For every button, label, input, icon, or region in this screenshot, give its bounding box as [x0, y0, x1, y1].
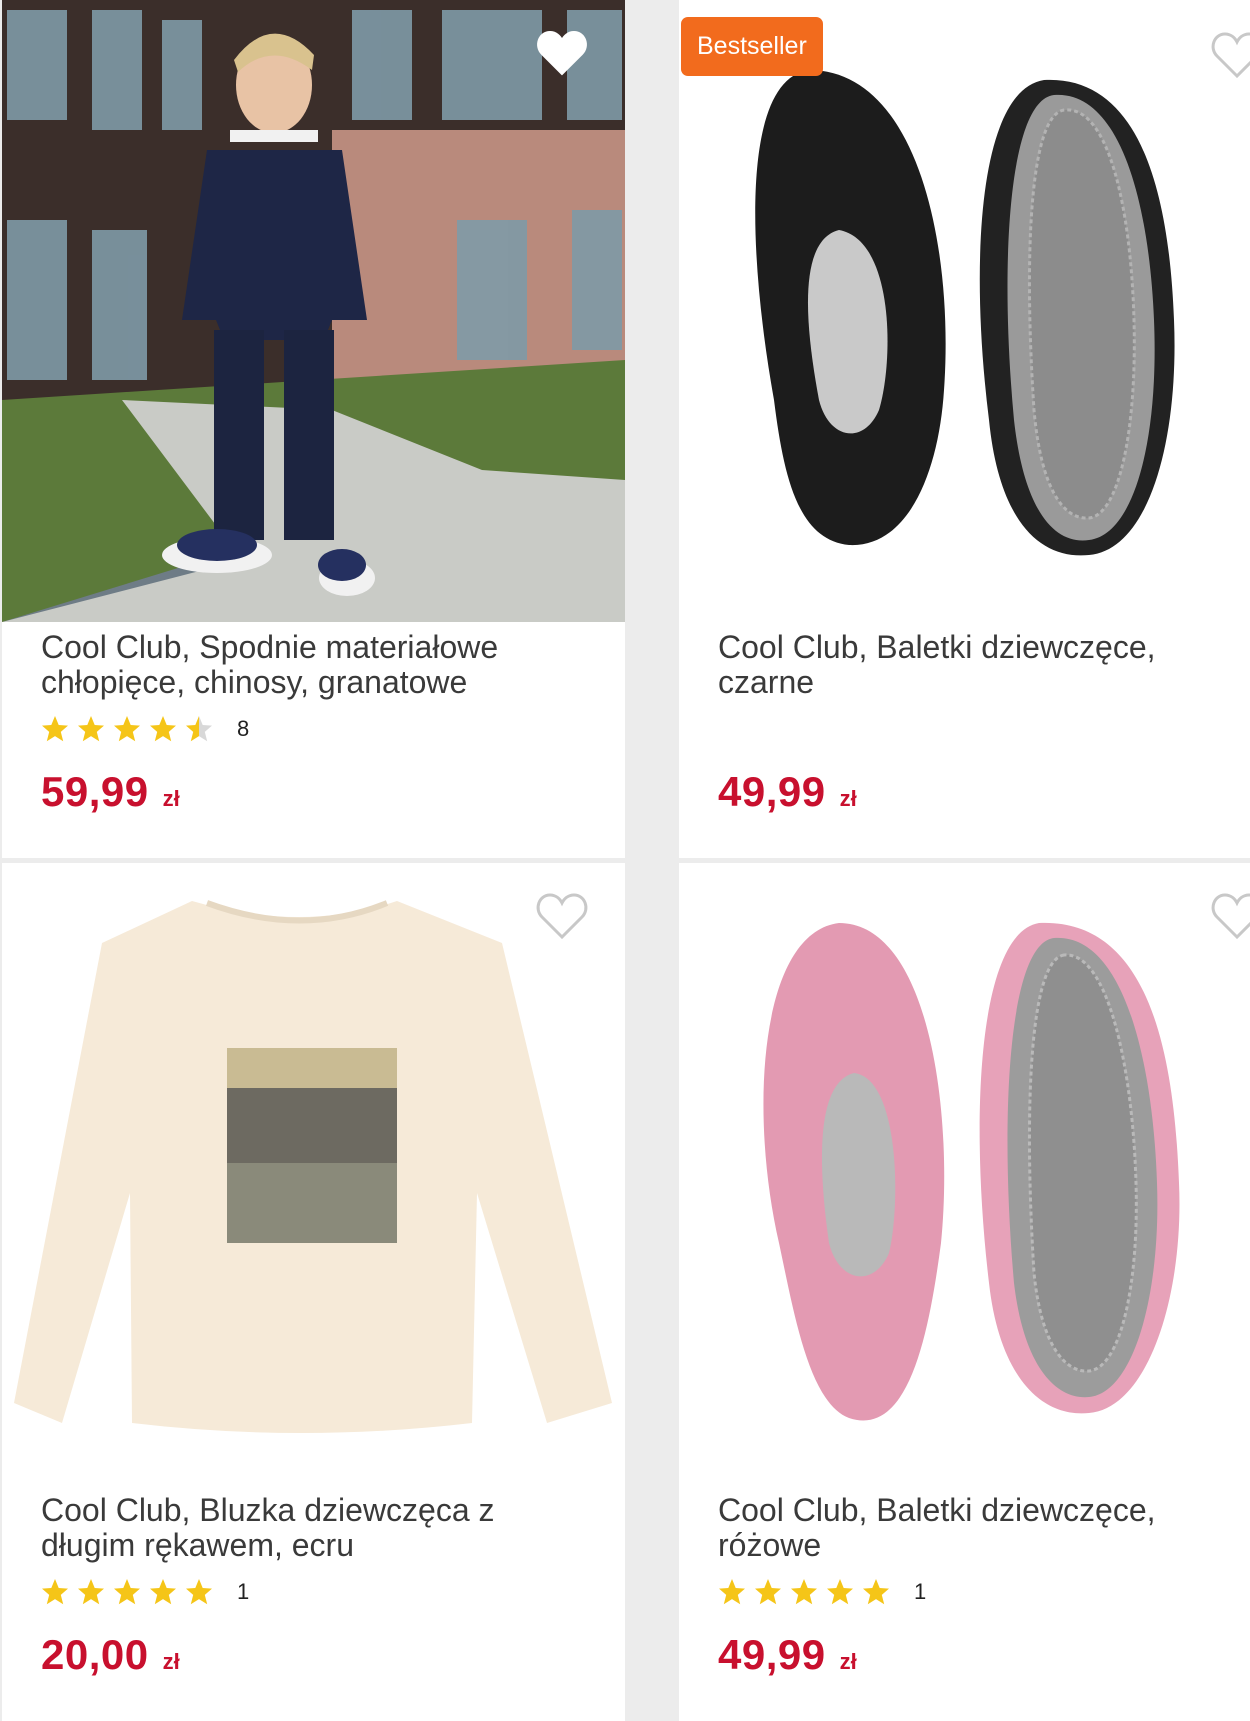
product-rating: 8: [41, 712, 249, 746]
star-icon: [114, 1579, 140, 1605]
favorite-heart-icon[interactable]: [535, 28, 589, 78]
product-card[interactable]: Cool Club, Baletki dziewczęce, różowe 1 …: [679, 863, 1250, 1721]
rating-stars: [41, 712, 227, 746]
product-title-line: Cool Club, Spodnie materiałowe: [41, 629, 499, 665]
price-currency: zł: [839, 786, 857, 811]
rating-stars: [41, 1575, 227, 1609]
bestseller-badge: Bestseller: [681, 17, 823, 76]
product-price: 59,99 zł: [41, 768, 180, 816]
star-icon: [42, 716, 68, 742]
product-title[interactable]: Cool Club, Baletki dziewczęce, różowe: [718, 1493, 1250, 1563]
rating-stars: [718, 1575, 904, 1609]
price-value: 59,99: [41, 768, 149, 815]
price-value: 49,99: [718, 768, 826, 815]
price-currency: zł: [162, 1649, 180, 1674]
product-title-line: Cool Club, Bluzka dziewczęca z: [41, 1492, 495, 1528]
rating-count: 1: [237, 1579, 250, 1604]
star-icon: [114, 716, 140, 742]
favorite-heart-icon[interactable]: [535, 891, 589, 941]
product-title-line: chłopięce, chinosy, granatowe: [41, 664, 468, 700]
star-icon: [863, 1579, 889, 1605]
product-title-line: Cool Club, Baletki dziewczęce,: [718, 629, 1156, 665]
product-image[interactable]: [679, 0, 1250, 622]
star-icon: [78, 1579, 104, 1605]
product-card[interactable]: Bestseller Cool Club, Baletki dziewczęce…: [679, 0, 1250, 858]
product-title[interactable]: Cool Club, Baletki dziewczęce, czarne: [718, 630, 1250, 700]
rating-count: 1: [914, 1579, 927, 1604]
product-card[interactable]: Cool Club, Spodnie materiałowe chłopięce…: [2, 0, 625, 858]
product-price: 49,99 zł: [718, 768, 857, 816]
star-icon: [719, 1579, 745, 1605]
star-half-icon: [186, 716, 212, 742]
star-icon: [755, 1579, 781, 1605]
product-price: 20,00 zł: [41, 1631, 180, 1679]
star-icon: [78, 716, 104, 742]
product-card[interactable]: Cool Club, Bluzka dziewczęca z długim rę…: [2, 863, 625, 1721]
price-currency: zł: [839, 1649, 857, 1674]
product-rating: 1: [41, 1575, 249, 1609]
favorite-heart-icon[interactable]: [1210, 891, 1250, 941]
rating-count: 8: [237, 716, 250, 741]
product-title[interactable]: Cool Club, Bluzka dziewczęca z długim rę…: [41, 1493, 601, 1563]
star-icon: [791, 1579, 817, 1605]
product-image[interactable]: [679, 863, 1250, 1485]
star-icon: [150, 1579, 176, 1605]
price-currency: zł: [162, 786, 180, 811]
product-title[interactable]: Cool Club, Spodnie materiałowe chłopięce…: [41, 630, 601, 700]
product-title-line: czarne: [718, 664, 815, 700]
price-value: 49,99: [718, 1631, 826, 1678]
product-title-line: Cool Club, Baletki dziewczęce,: [718, 1492, 1156, 1528]
product-title-line: długim rękawem, ecru: [41, 1527, 354, 1563]
product-image[interactable]: [2, 863, 625, 1485]
product-title-line: różowe: [718, 1527, 822, 1563]
product-rating: 1: [718, 1575, 926, 1609]
product-image[interactable]: [2, 0, 625, 622]
favorite-heart-icon[interactable]: [1210, 30, 1250, 80]
star-icon: [827, 1579, 853, 1605]
product-price: 49,99 zł: [718, 1631, 857, 1679]
star-icon: [42, 1579, 68, 1605]
star-icon: [150, 716, 176, 742]
star-icon: [186, 1579, 212, 1605]
price-value: 20,00: [41, 1631, 149, 1678]
